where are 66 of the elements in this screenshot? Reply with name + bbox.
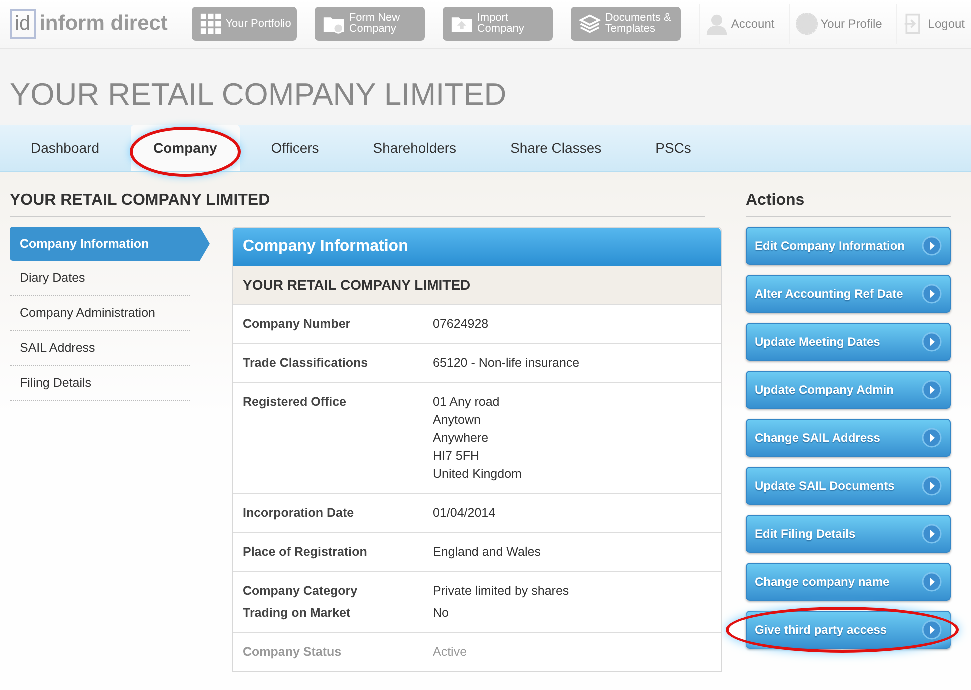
field-label: Company Number xyxy=(243,317,352,331)
tab[interactable]: Share Classes xyxy=(488,125,625,171)
logo-mark[interactable]: id xyxy=(10,9,36,39)
panel-title: Company Information xyxy=(243,238,408,255)
tab[interactable]: PSCs xyxy=(632,125,714,171)
nav-button[interactable]: Documents & Templates xyxy=(571,7,682,41)
action-button[interactable]: Give third party access xyxy=(746,611,951,649)
nav-button[interactable]: Form New Company xyxy=(315,7,426,41)
action-button[interactable]: Edit Company Information xyxy=(746,227,951,265)
arrow-right-icon xyxy=(922,620,942,640)
field-label: Place of Registration xyxy=(243,545,368,559)
action-button[interactable]: Change SAIL Address xyxy=(746,419,951,457)
action-button[interactable]: Change company name xyxy=(746,563,951,601)
panel-subtitle: YOUR RETAIL COMPANY LIMITED xyxy=(233,266,721,305)
field-value: 07624928 xyxy=(433,317,489,331)
field-label: Company Status xyxy=(243,645,343,659)
field-value: England and Wales xyxy=(433,545,541,559)
field-label: Incorporation Date xyxy=(243,506,356,520)
arrow-right-icon xyxy=(922,380,942,400)
action-button[interactable]: Alter Accounting Ref Date xyxy=(746,275,951,313)
action-button[interactable]: Edit Filing Details xyxy=(746,515,951,553)
arrow-right-icon xyxy=(922,476,942,496)
tab[interactable]: Dashboard xyxy=(8,125,122,171)
field-label: Trading on Market xyxy=(243,606,352,620)
field-value: HI7 5FH xyxy=(433,449,481,463)
logo-text[interactable]: inform direct xyxy=(40,12,168,36)
field-value: 01 Any road xyxy=(433,395,501,409)
arrow-right-icon xyxy=(922,332,942,352)
action-button[interactable]: Update Meeting Dates xyxy=(746,323,951,361)
header-link[interactable]: Your Profile xyxy=(788,4,888,44)
field-value: Anywhere xyxy=(433,431,490,445)
field-value: Anytown xyxy=(433,413,482,427)
stack-icon xyxy=(579,13,602,35)
sidebar-item[interactable]: Filing Details xyxy=(10,366,190,401)
grid-icon xyxy=(200,13,222,35)
action-button[interactable]: Update SAIL Documents xyxy=(746,467,951,505)
field-value: 65120 - Non-life insurance xyxy=(433,356,580,370)
page-title: YOUR RETAIL COMPANY LIMITED xyxy=(10,77,508,113)
sidebar-item[interactable]: SAIL Address xyxy=(10,331,190,366)
field-label: Trade Classifications xyxy=(243,356,370,370)
arrow-right-icon xyxy=(922,236,942,256)
sidebar-item[interactable]: Diary Dates xyxy=(10,261,190,296)
field-value: 01/04/2014 xyxy=(433,506,496,520)
field-label: Company Category xyxy=(243,584,359,598)
sidebar-item[interactable]: Company Administration xyxy=(10,296,190,331)
actions-title: Actions xyxy=(746,172,951,217)
field-value: Active xyxy=(433,645,468,659)
tab[interactable]: Company xyxy=(130,125,240,171)
field-value: No xyxy=(433,606,449,620)
field-value: United Kingdom xyxy=(433,467,522,481)
arrow-right-icon xyxy=(922,284,942,304)
arrow-right-icon xyxy=(922,572,942,592)
nav-button[interactable]: Import Company xyxy=(443,7,554,41)
action-button[interactable]: Update Company Admin xyxy=(746,371,951,409)
arrow-right-icon xyxy=(922,428,942,448)
settings-icon xyxy=(796,13,818,35)
person-icon xyxy=(706,13,728,35)
field-label: Registered Office xyxy=(243,395,348,411)
tab[interactable]: Officers xyxy=(248,125,342,171)
section-title: YOUR RETAIL COMPANY LIMITED xyxy=(10,172,705,217)
header-link[interactable]: Logout xyxy=(896,4,971,44)
tab[interactable]: Shareholders xyxy=(350,125,480,171)
header-link[interactable]: Account xyxy=(699,4,781,44)
nav-button[interactable]: Your Portfolio xyxy=(192,7,298,41)
arrow-right-icon xyxy=(922,524,942,544)
field-value: Private limited by shares xyxy=(433,584,570,598)
